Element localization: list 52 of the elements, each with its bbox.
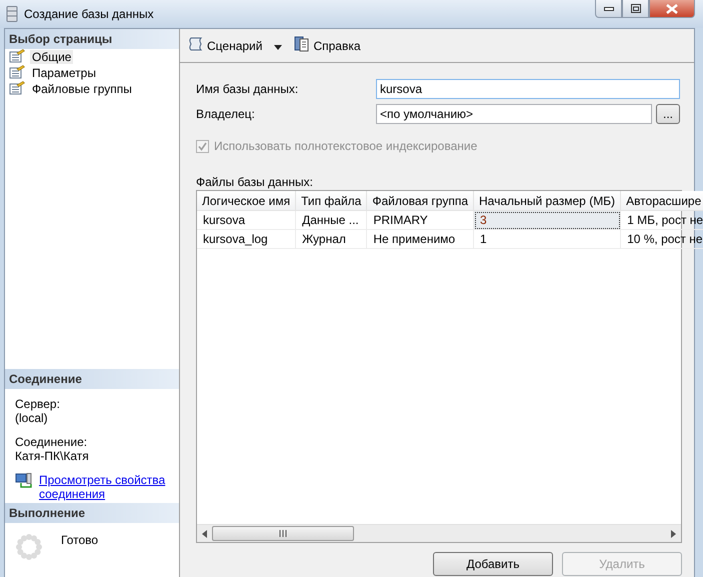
minimize-icon — [604, 6, 614, 10]
page-icon — [9, 64, 25, 82]
column-header[interactable]: Логическое имя — [197, 191, 296, 210]
column-header[interactable]: Тип файла — [296, 191, 367, 210]
field-label: Владелец: — [196, 107, 256, 121]
table-cell: Журнал — [296, 230, 367, 248]
table-cell: kursova_log — [197, 230, 296, 248]
column-header[interactable]: Начальный размер (МБ) — [474, 191, 621, 210]
sidebar-item[interactable]: Общие — [30, 50, 74, 64]
table-cell: Не применимо — [366, 230, 474, 248]
owner-field[interactable]: <по умолчанию> — [376, 104, 652, 124]
table-cell: Данные ... — [296, 210, 367, 230]
browse-button[interactable]: ... — [656, 104, 680, 124]
add-button[interactable]: Добавить — [433, 552, 553, 576]
page-icon — [9, 48, 25, 66]
script-button[interactable]: Сценарий — [188, 36, 262, 55]
status-text: Готово — [61, 533, 98, 549]
close-button[interactable] — [649, 0, 695, 18]
section-header: Выполнение — [5, 503, 179, 523]
column-header[interactable]: Файловая группа — [366, 191, 474, 210]
server-label: Сервер: — [15, 397, 61, 411]
scroll-right-arrow-icon[interactable] — [669, 530, 677, 538]
connection-value: Катя-ПК\Катя — [15, 449, 90, 463]
table-cell: PRIMARY — [366, 210, 474, 230]
close-icon — [666, 4, 678, 14]
table-cell: 3 — [474, 210, 621, 230]
sidebar-item[interactable]: Параметры — [30, 66, 98, 80]
connection-label: Соединение: — [15, 435, 88, 449]
section-header: Выбор страницы — [5, 29, 179, 49]
section-header: Соединение — [5, 369, 179, 389]
scroll-left-arrow-icon[interactable] — [201, 530, 207, 538]
section-label: Файлы базы данных: — [196, 175, 314, 189]
checkbox-label: Использовать полнотекстовое индексирование — [214, 139, 478, 153]
maximize-button[interactable] — [622, 0, 649, 18]
grip-icon — [279, 530, 287, 537]
maximize-icon — [630, 4, 640, 13]
scrollbar-thumb[interactable] — [212, 526, 354, 541]
table-cell: 1 МБ, рост не — [620, 210, 703, 230]
table-cell: 1 — [474, 230, 621, 248]
help-button[interactable]: Справка — [294, 36, 361, 55]
minimize-button[interactable] — [595, 0, 622, 18]
database-icon — [6, 6, 18, 25]
page-icon — [9, 80, 25, 98]
column-header[interactable]: Авторасшире — [620, 191, 703, 210]
connection-properties-link[interactable]: Просмотреть свойства соединения — [39, 473, 169, 501]
sidebar-item[interactable]: Файловые группы — [30, 82, 134, 96]
window-title: Создание базы данных — [24, 7, 154, 21]
table-cell: kursova — [197, 210, 296, 230]
database-name-field[interactable]: kursova — [376, 79, 680, 99]
table-cell: 10 %, рост не — [620, 230, 703, 248]
server-value: (local) — [15, 411, 49, 425]
field-label: Имя базы данных: — [196, 82, 300, 96]
